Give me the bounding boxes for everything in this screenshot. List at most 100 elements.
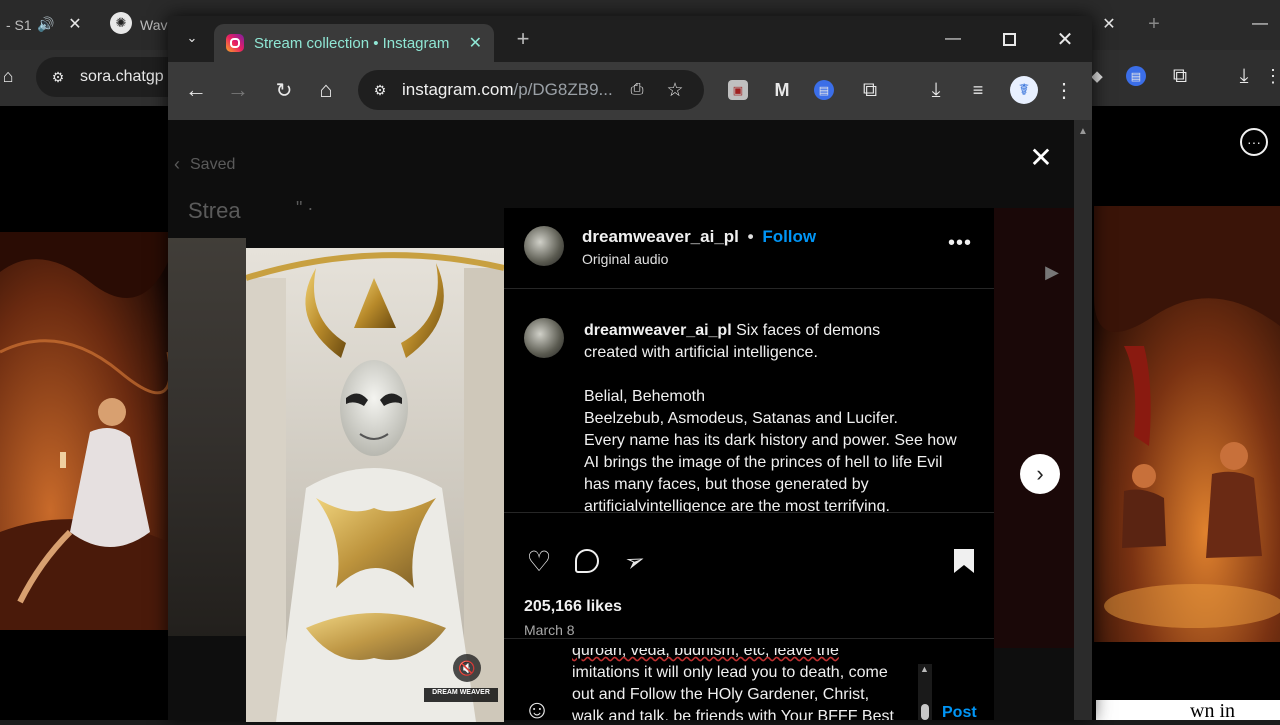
caption-line: Beelzebub, Asmodeus, Satanas and Lucifer…	[584, 410, 898, 427]
instagram-logo-icon	[226, 34, 244, 52]
breadcrumb[interactable]: ‹ Saved	[174, 154, 235, 175]
menu-icon[interactable]: ⋮	[1054, 78, 1074, 102]
post-options-icon[interactable]: •••	[948, 232, 972, 255]
background-tab-title: - S1	[6, 17, 32, 33]
url-path: /p/DG8ZB9...	[513, 80, 613, 99]
install-app-icon[interactable]: ⎙	[626, 80, 648, 100]
new-tab-icon[interactable]: +	[512, 26, 534, 51]
post-image[interactable]: 🔇 DREAM WEAVER	[246, 248, 504, 722]
puzzle-icon[interactable]: ⧉	[1168, 64, 1192, 88]
caption-avatar[interactable]	[524, 318, 564, 358]
panel-divider	[504, 288, 994, 289]
openai-icon: ✺	[110, 12, 132, 34]
collection-title-dots: " ·	[296, 198, 314, 218]
background-post-thumbnail[interactable]	[168, 238, 246, 636]
caption-line: artificialvintelligence are the most ter…	[584, 498, 890, 512]
next-post-button[interactable]: ›	[1020, 454, 1060, 494]
bookmark-star-icon[interactable]: ☆	[664, 79, 686, 101]
back-icon[interactable]: ←	[184, 77, 208, 102]
collection-title: Strea	[188, 198, 241, 223]
url-host: instagram.com	[402, 80, 514, 99]
likes-count[interactable]: 205,166 likes	[524, 598, 622, 616]
malwarebytes-icon[interactable]: M	[770, 78, 794, 102]
close-modal-icon[interactable]: ✕	[1029, 142, 1052, 173]
post-details-panel: dreamweaver_ai_pl • Follow Original audi…	[504, 208, 994, 724]
panel-divider	[504, 638, 994, 639]
more-options-icon[interactable]: ···	[1240, 128, 1268, 156]
caption-line: Six faces of demons	[736, 322, 881, 339]
share-icon[interactable]: ➢	[616, 542, 654, 580]
audio-label[interactable]: Original audio	[582, 251, 668, 267]
forward-icon[interactable]: →	[226, 77, 250, 102]
author-header: dreamweaver_ai_pl • Follow	[582, 227, 816, 247]
background-artwork-left[interactable]	[0, 232, 168, 630]
close-tab-icon-right[interactable]: ✕	[1100, 14, 1118, 34]
saved-bookmark-icon[interactable]	[950, 546, 978, 576]
image-watermark: DREAM WEAVER	[432, 689, 490, 696]
chevron-left-icon: ‹	[174, 154, 180, 174]
caption-line: has many faces, but those generated by	[584, 476, 869, 493]
site-info-icon[interactable]: ⚙	[48, 67, 68, 87]
close-tab-icon[interactable]: ✕	[66, 14, 84, 34]
caption-username[interactable]: dreamweaver_ai_pl	[584, 322, 732, 339]
separator-dot: •	[747, 227, 754, 246]
follow-button[interactable]: Follow	[762, 227, 816, 246]
background-tab-fragment-2[interactable]: Wav	[140, 12, 167, 38]
doc-extension-icon[interactable]: ▤	[1126, 66, 1146, 86]
page-scrollbar[interactable]: ▲	[1074, 120, 1092, 720]
minimize-icon[interactable]: —	[942, 28, 964, 50]
download-icon[interactable]: ⤓	[924, 78, 948, 102]
pdf-extension-icon[interactable]: ▣	[728, 80, 748, 100]
caption-line: Belial, Behemoth	[584, 388, 705, 405]
author-username[interactable]: dreamweaver_ai_pl	[582, 227, 739, 246]
caption-line: AI brings the image of the princes of he…	[584, 454, 943, 471]
background-artwork-right[interactable]	[1094, 206, 1280, 642]
background-tab-title-2: Wav	[140, 17, 168, 33]
comment-textarea[interactable]: quroan, veda, budhism, etc, leave the im…	[572, 648, 918, 720]
home-icon[interactable]: ⌂	[0, 64, 16, 88]
close-window-icon[interactable]: ✕	[1054, 28, 1076, 51]
doc-extension-icon[interactable]: ▤	[814, 80, 834, 100]
author-avatar[interactable]	[524, 226, 564, 266]
popup-title-bar: ⌄ Stream collection • Instagram ✕ + — ✕	[168, 16, 1092, 62]
breadcrumb-saved: Saved	[190, 155, 236, 173]
caption-line: Every name has its dark history and powe…	[584, 432, 957, 449]
reload-icon[interactable]: ↻	[272, 78, 296, 102]
reels-icon: ▶	[1045, 261, 1059, 282]
background-tab-fragment[interactable]: - S1	[6, 12, 32, 38]
comment-line: quroan, veda, budhism, etc, leave the	[572, 648, 839, 659]
comment-scroll-thumb[interactable]	[921, 704, 929, 720]
puzzle-icon[interactable]: ⧉	[858, 78, 882, 102]
tab-title: Stream collection • Instagram	[254, 34, 450, 52]
mute-icon[interactable]: 🔇	[453, 654, 481, 682]
panel-divider	[504, 512, 994, 513]
post-comment-button[interactable]: Post	[942, 704, 977, 722]
media-queue-icon[interactable]: ≡	[966, 78, 990, 102]
menu-icon[interactable]: ⋮	[1264, 64, 1280, 88]
comment-icon[interactable]	[572, 546, 602, 576]
caption-line: created with artificial intelligence.	[584, 344, 818, 361]
post-date[interactable]: March 8	[524, 622, 575, 638]
home-icon[interactable]: ⌂	[314, 77, 338, 102]
comment-line: out and Follow the HOly Gardener, Christ…	[572, 686, 870, 703]
instagram-popup-window: ⌄ Stream collection • Instagram ✕ + — ✕ …	[168, 16, 1092, 724]
tab-search-icon[interactable]: ⌄	[182, 28, 202, 48]
close-tab-icon[interactable]: ✕	[469, 33, 482, 53]
comment-scrollbar[interactable]: ▲	[918, 664, 932, 720]
address-bar[interactable]: ⚙ instagram.com/p/DG8ZB9... ⎙ ☆	[358, 70, 704, 110]
new-tab-icon[interactable]: +	[1144, 12, 1164, 36]
extension-icon[interactable]: ◆	[1090, 66, 1104, 86]
download-icon[interactable]: ⤓	[1232, 64, 1256, 88]
site-info-icon[interactable]: ⚙	[370, 80, 390, 100]
scroll-up-icon[interactable]: ▲	[1078, 126, 1088, 137]
like-heart-icon[interactable]: ♡	[524, 546, 554, 577]
tab-instagram[interactable]: Stream collection • Instagram ✕	[214, 24, 494, 62]
profile-avatar-icon[interactable]: ☤	[1010, 76, 1038, 104]
maximize-icon[interactable]	[998, 28, 1020, 50]
background-url: sora.chatgp	[80, 68, 164, 85]
minimize-icon[interactable]: —	[1250, 14, 1270, 34]
scroll-up-icon[interactable]: ▲	[920, 664, 929, 674]
post-caption: dreamweaver_ai_pl Six faces of demons cr…	[584, 320, 984, 512]
speaker-icon[interactable]: 🔊	[36, 14, 56, 34]
background-caption-fragment: wn in	[1096, 700, 1280, 720]
